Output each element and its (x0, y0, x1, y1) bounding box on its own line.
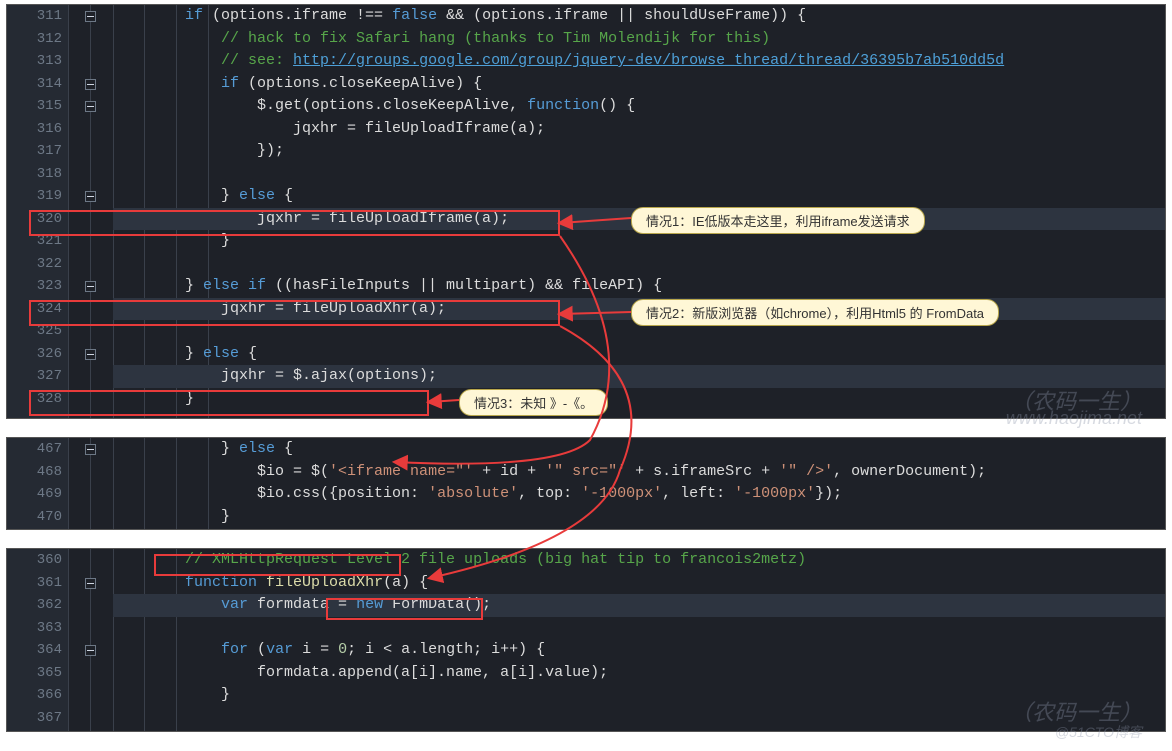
code-line[interactable]: // XMLHttpRequest Level 2 file uploads (… (113, 549, 1165, 572)
line-number: 319 (37, 185, 62, 208)
fold-marker[interactable] (85, 349, 96, 360)
line-number: 468 (37, 461, 62, 484)
code-line[interactable]: function fileUploadXhr(a) { (113, 572, 1165, 595)
line-number: 323 (37, 275, 62, 298)
line-number: 367 (37, 707, 62, 730)
fold-marker[interactable] (85, 11, 96, 22)
code-line[interactable]: jqxhr = fileUploadIframe(a); (113, 118, 1165, 141)
line-number: 365 (37, 662, 62, 685)
code-block-1: 3113123133143153163173183193203213223233… (6, 4, 1166, 419)
code-line[interactable]: jqxhr = $.ajax(options); (113, 365, 1165, 388)
code-line[interactable]: formdata.append(a[i].name, a[i].value); (113, 662, 1165, 685)
line-number: 320 (37, 208, 62, 231)
code-line[interactable]: } else { (113, 185, 1165, 208)
watermark: @51CTO博客 (1055, 722, 1142, 742)
code-line[interactable]: $.get(options.closeKeepAlive, function()… (113, 95, 1165, 118)
line-number: 327 (37, 365, 62, 388)
fold-marker[interactable] (85, 79, 96, 90)
line-number: 470 (37, 506, 62, 529)
line-number: 317 (37, 140, 62, 163)
line-number: 467 (37, 438, 62, 461)
line-number: 315 (37, 95, 62, 118)
line-number: 316 (37, 118, 62, 141)
code-line[interactable]: } (113, 388, 1165, 411)
code-area[interactable]: // XMLHttpRequest Level 2 file uploads (… (113, 549, 1165, 731)
code-line[interactable]: var formdata = new FormData(); (113, 594, 1165, 617)
code-line[interactable]: }); (113, 140, 1165, 163)
fold-column (69, 5, 114, 418)
fold-marker[interactable] (85, 444, 96, 455)
line-number: 321 (37, 230, 62, 253)
annotation-tag-2: 情况2：新版浏览器（如chrome），利用Html5 的 FromData (631, 299, 999, 326)
line-number: 314 (37, 73, 62, 96)
code-block-2: 467468469470 } else { $io = $('<iframe n… (6, 437, 1166, 530)
line-number: 362 (37, 594, 62, 617)
line-number: 366 (37, 684, 62, 707)
code-line[interactable]: } (113, 506, 1165, 529)
annotation-tag-3: 情况3：未知 》-《。 (459, 389, 608, 416)
line-number: 326 (37, 343, 62, 366)
line-number: 328 (37, 388, 62, 411)
fold-marker[interactable] (85, 645, 96, 656)
code-line[interactable]: // hack to fix Safari hang (thanks to Ti… (113, 28, 1165, 51)
fold-marker[interactable] (85, 191, 96, 202)
code-line[interactable]: if (options.closeKeepAlive) { (113, 73, 1165, 96)
line-number: 363 (37, 617, 62, 640)
code-block-3: 360361362363364365366367 // XMLHttpReque… (6, 548, 1166, 732)
line-number: 364 (37, 639, 62, 662)
code-line[interactable]: $io.css({position: 'absolute', top: '-10… (113, 483, 1165, 506)
code-line[interactable]: } else { (113, 438, 1165, 461)
code-area[interactable]: } else { $io = $('<iframe name="' + id +… (113, 438, 1165, 529)
code-line[interactable] (113, 617, 1165, 640)
code-line[interactable]: // see: http://groups.google.com/group/j… (113, 50, 1165, 73)
gutter: 360361362363364365366367 (7, 549, 69, 731)
line-number: 312 (37, 28, 62, 51)
code-line[interactable] (113, 163, 1165, 186)
watermark: www.haojima.net (1006, 408, 1142, 429)
fold-column (69, 549, 114, 731)
line-number: 325 (37, 320, 62, 343)
code-line[interactable]: } else if ((hasFileInputs || multipart) … (113, 275, 1165, 298)
fold-column (69, 438, 114, 529)
line-number: 469 (37, 483, 62, 506)
gutter: 467468469470 (7, 438, 69, 529)
code-line[interactable] (113, 253, 1165, 276)
line-number: 360 (37, 549, 62, 572)
fold-marker[interactable] (85, 101, 96, 112)
code-line[interactable]: } (113, 684, 1165, 707)
code-line[interactable]: for (var i = 0; i < a.length; i++) { (113, 639, 1165, 662)
line-number: 322 (37, 253, 62, 276)
line-number: 311 (37, 5, 62, 28)
line-number: 324 (37, 298, 62, 321)
code-line[interactable]: $io = $('<iframe name="' + id + '" src="… (113, 461, 1165, 484)
code-line[interactable] (113, 707, 1165, 730)
code-line[interactable]: if (options.iframe !== false && (options… (113, 5, 1165, 28)
gutter: 3113123133143153163173183193203213223233… (7, 5, 69, 418)
fold-marker[interactable] (85, 578, 96, 589)
line-number: 361 (37, 572, 62, 595)
fold-marker[interactable] (85, 281, 96, 292)
line-number: 318 (37, 163, 62, 186)
line-number: 313 (37, 50, 62, 73)
code-line[interactable]: } else { (113, 343, 1165, 366)
annotation-tag-1: 情况1：IE低版本走这里，利用iframe发送请求 (631, 207, 925, 234)
